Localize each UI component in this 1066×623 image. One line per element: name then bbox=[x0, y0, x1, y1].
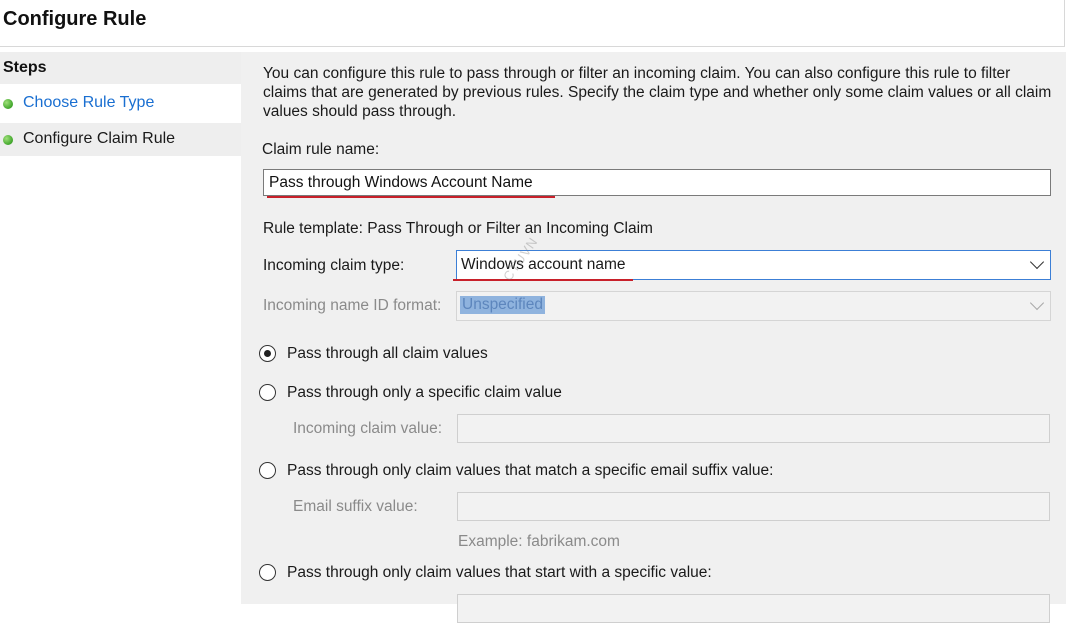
status-dot-icon bbox=[3, 99, 13, 109]
claim-rule-name-input[interactable]: Pass through Windows Account Name bbox=[263, 169, 1051, 196]
email-suffix-value-input[interactable] bbox=[457, 492, 1050, 521]
status-dot-icon bbox=[3, 135, 13, 145]
step-choose-rule-type[interactable]: Choose Rule Type bbox=[0, 87, 241, 120]
radio-starts-with[interactable] bbox=[259, 564, 276, 581]
starts-with-value-input[interactable] bbox=[457, 594, 1050, 623]
page-title: Configure Rule bbox=[3, 8, 147, 30]
incoming-name-id-format-label: Incoming name ID format: bbox=[263, 297, 442, 314]
step-configure-claim-rule[interactable]: Configure Claim Rule bbox=[0, 123, 241, 156]
highlight-underline bbox=[453, 279, 633, 281]
radio-pass-all[interactable] bbox=[259, 345, 276, 362]
claim-rule-name-label: Claim rule name: bbox=[262, 141, 380, 158]
radio-pass-specific-value-label[interactable]: Pass through only a specific claim value bbox=[287, 384, 562, 402]
highlight-underline bbox=[267, 196, 555, 198]
steps-header: Steps bbox=[0, 52, 241, 84]
chevron-down-icon bbox=[1029, 254, 1045, 270]
configure-claim-rule-panel: You can configure this rule to pass thro… bbox=[247, 52, 1066, 623]
chevron-down-icon bbox=[1029, 295, 1045, 311]
rule-template-label: Rule template: Pass Through or Filter an… bbox=[263, 220, 653, 237]
radio-pass-all-label[interactable]: Pass through all claim values bbox=[287, 345, 488, 363]
email-suffix-value-label: Email suffix value: bbox=[293, 498, 418, 515]
radio-pass-specific-value[interactable] bbox=[259, 384, 276, 401]
incoming-claim-value-input[interactable] bbox=[457, 414, 1050, 443]
radio-starts-with-label[interactable]: Pass through only claim values that star… bbox=[287, 564, 712, 582]
incoming-claim-type-select[interactable]: Windows account name bbox=[456, 250, 1051, 280]
title-bar: Configure Rule bbox=[0, 0, 1065, 47]
radio-email-suffix[interactable] bbox=[259, 462, 276, 479]
description-text: You can configure this rule to pass thro… bbox=[263, 65, 1052, 120]
incoming-name-id-format-select[interactable]: Unspecified bbox=[456, 291, 1051, 321]
step-label: Configure Claim Rule bbox=[23, 130, 176, 147]
incoming-claim-value-label: Incoming claim value: bbox=[293, 420, 443, 437]
email-suffix-example: Example: fabrikam.com bbox=[458, 533, 620, 550]
step-label[interactable]: Choose Rule Type bbox=[23, 94, 154, 112]
incoming-name-id-format-value: Unspecified bbox=[460, 296, 545, 314]
radio-email-suffix-label[interactable]: Pass through only claim values that matc… bbox=[287, 462, 773, 480]
steps-header-label: Steps bbox=[3, 59, 47, 76]
incoming-claim-type-label: Incoming claim type: bbox=[263, 257, 405, 274]
incoming-claim-type-value: Windows account name bbox=[461, 256, 626, 273]
steps-panel: Steps Choose Rule Type Configure Claim R… bbox=[0, 52, 241, 604]
